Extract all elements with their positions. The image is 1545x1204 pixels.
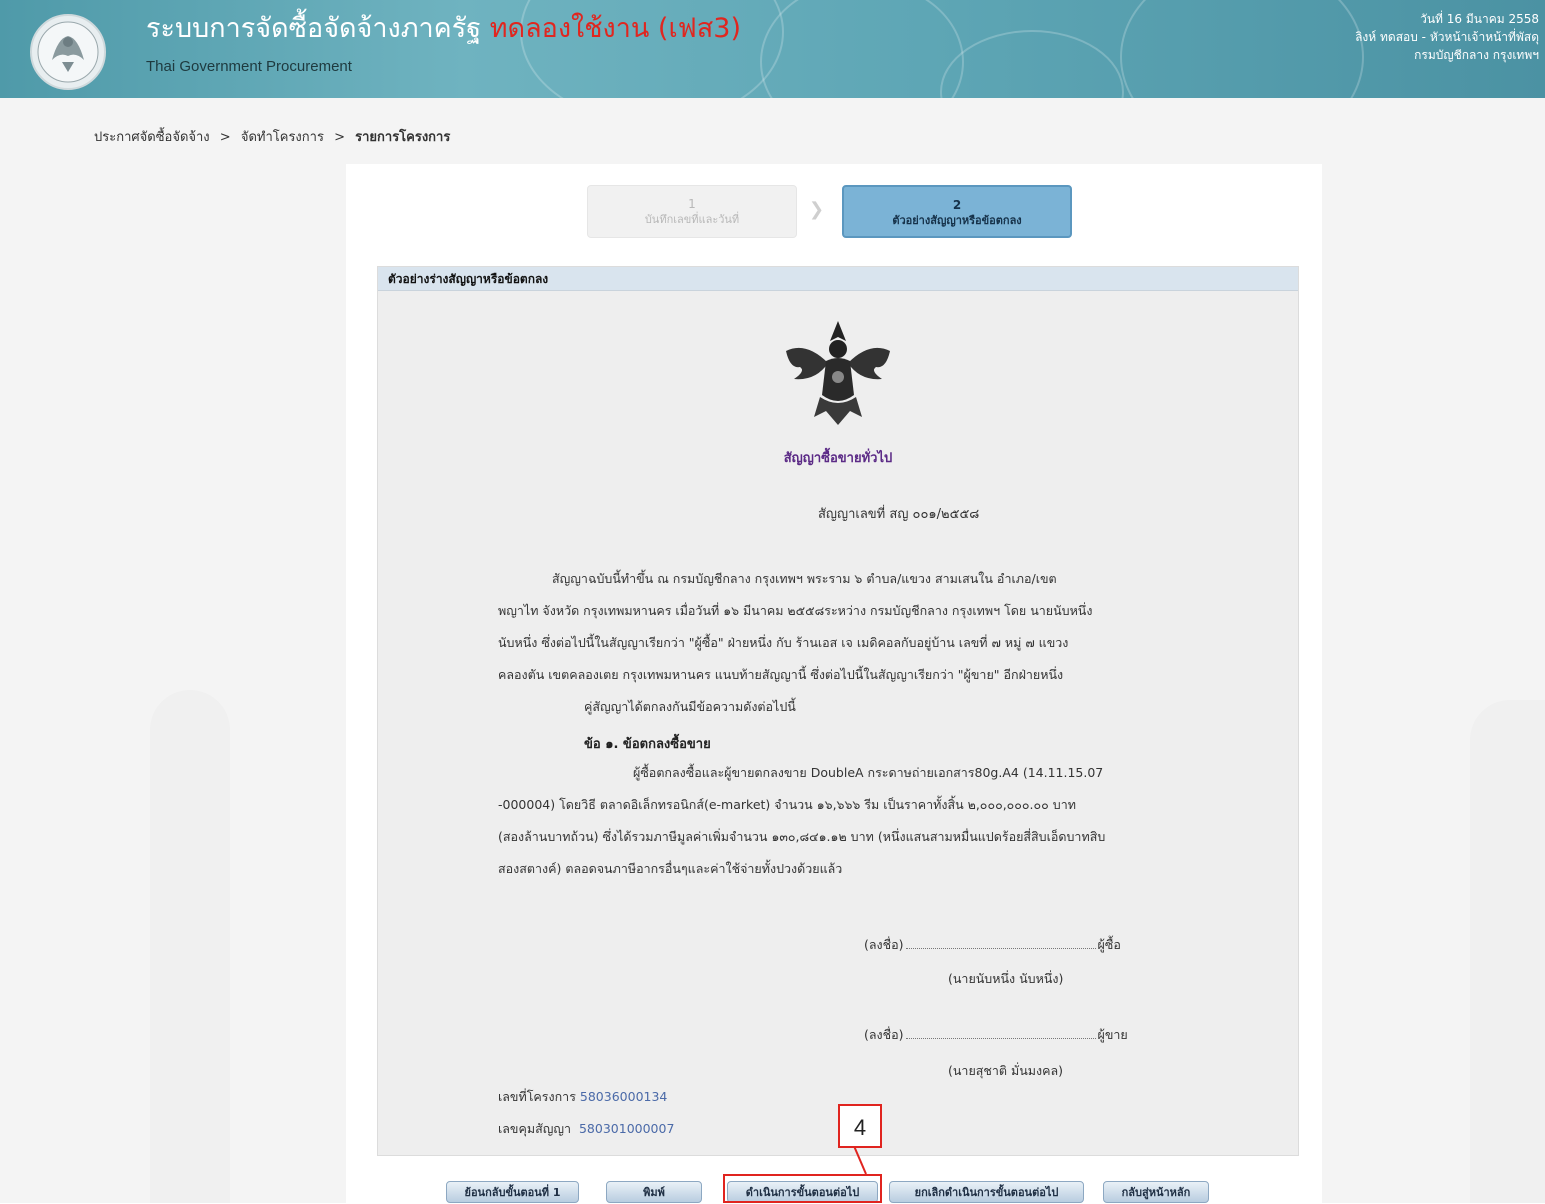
paragraph-line: คู่สัญญาได้ตกลงกันมีข้อความดังต่อไปนี้ — [584, 699, 796, 714]
buyer-signature-line: (ลงชื่อ) ผู้ซื้อ — [864, 935, 1121, 955]
contract-intro-paragraph: สัญญาฉบับนี้ทำขึ้น ณ กรมบัญชีกลาง กรุงเท… — [498, 563, 1158, 723]
control-number-label: เลขคุมสัญญา — [498, 1121, 572, 1136]
header-ornament — [940, 30, 1124, 98]
breadcrumb-procurement-announcement[interactable]: ประกาศจัดซื้อจัดจ้าง — [94, 130, 210, 145]
garuda-emblem-icon — [786, 321, 890, 425]
paragraph-line: นับหนึ่ง ซึ่งต่อไปนี้ในสัญญาเรียกว่า "ผู… — [498, 635, 1069, 650]
project-number-label: เลขที่โครงการ — [498, 1089, 576, 1104]
contract-section-title: ตัวอย่างร่างสัญญาหรือข้อตกลง — [378, 267, 1298, 291]
paragraph-line: สองสตางค์) ตลอดจนภาษีอากรอื่นๆและค่าใช้จ… — [498, 861, 843, 876]
wizard-steps: 1 บันทึกเลขที่และวันที่ ❯ 2 ตัวอย่างสัญญ… — [587, 185, 1087, 240]
back-to-home-button[interactable]: กลับสู่หน้าหลัก — [1103, 1181, 1209, 1203]
step-chevron-icon: ❯ — [809, 199, 825, 220]
buyer-name: (นายนับหนึ่ง นับหนึ่ง) — [948, 971, 1064, 986]
user-org: กรมบัญชีกลาง กรุงเทพฯ — [1414, 48, 1539, 62]
header-ornament — [760, 0, 964, 98]
main-panel: 1 บันทึกเลขที่และวันที่ ❯ 2 ตัวอย่างสัญญ… — [346, 164, 1322, 1203]
breadcrumb-create-project[interactable]: จัดทำโครงการ — [241, 130, 324, 145]
user-name: ลิงห์ ทดสอบ - หัวหน้าเจ้าหน้าที่พัสดุ — [1355, 30, 1539, 44]
sign-prefix: (ลงชื่อ) — [864, 1027, 904, 1042]
contract-preview: ตัวอย่างร่างสัญญาหรือข้อตกลง สัญญาซื้อขา… — [377, 266, 1299, 1156]
decorative-silhouette-right — [1470, 700, 1545, 1203]
signature-dots — [905, 948, 1096, 949]
step-1-record-number-date[interactable]: 1 บันทึกเลขที่และวันที่ — [587, 185, 797, 238]
app-title: ระบบการจัดซื้อจัดจ้างภาครัฐ ทดลองใช้งาน … — [146, 6, 741, 49]
app-subtitle: Thai Government Procurement — [146, 58, 352, 75]
breadcrumb-project-list: รายการโครงการ — [355, 130, 451, 145]
decorative-silhouette-left — [150, 690, 230, 1203]
comptroller-logo-icon[interactable] — [30, 14, 106, 90]
app-title-main: ระบบการจัดซื้อจัดจ้างภาครัฐ — [146, 13, 482, 44]
user-info: วันที่ 16 มีนาคม 2558 ลิงห์ ทดสอบ - หัวห… — [1355, 10, 1539, 64]
seller-role: ผู้ขาย — [1097, 1027, 1128, 1042]
paragraph-line: พญาไท จังหวัด กรุงเทพมหานคร เมื่อวันที่ … — [498, 603, 1093, 618]
annotation-pointer-icon — [853, 1146, 867, 1175]
breadcrumb: ประกาศจัดซื้อจัดจ้าง > จัดทำโครงการ > รา… — [94, 126, 450, 147]
paragraph-line: คลองตัน เขตคลองเตย กรุงเทพมหานคร แนบท้าย… — [498, 667, 1064, 682]
step-2-contract-sample[interactable]: 2 ตัวอย่างสัญญาหรือข้อตกลง — [842, 185, 1072, 238]
step-number: 2 — [952, 198, 962, 212]
current-date: วันที่ 16 มีนาคม 2558 — [1420, 12, 1539, 26]
breadcrumb-separator: > — [219, 130, 231, 145]
clause-1-paragraph: ผู้ซื้อตกลงซื้อและผู้ขายตกลงขาย DoubleA … — [498, 757, 1158, 885]
control-number-value: 580301000007 — [578, 1121, 675, 1136]
print-button[interactable]: พิมพ์ — [606, 1181, 702, 1203]
paragraph-line: -000004) โดยวิธี ตลาดอิเล็กทรอนิกส์(e-ma… — [498, 797, 1076, 812]
contract-number: สัญญาเลขที่ สญ ๐๐๑/๒๕๕๘ — [818, 507, 980, 522]
seller-signature-line: (ลงชื่อ) ผู้ขาย — [864, 1025, 1128, 1045]
document-title: สัญญาซื้อขายทั่วไป — [783, 451, 893, 466]
seller-name: (นายสุชาติ มั่นมงคล) — [948, 1063, 1064, 1078]
back-to-step-1-button[interactable]: ย้อนกลับขั้นตอนที่ 1 — [446, 1181, 579, 1203]
signature-dots — [905, 1038, 1096, 1039]
paragraph-line: ผู้ซื้อตกลงซื้อและผู้ขายตกลงขาย DoubleA … — [633, 765, 1104, 780]
step-label: บันทึกเลขที่และวันที่ — [644, 213, 740, 226]
app-header: ระบบการจัดซื้อจัดจ้างภาครัฐ ทดลองใช้งาน … — [0, 0, 1545, 98]
breadcrumb-separator: > — [334, 130, 345, 145]
sign-prefix: (ลงชื่อ) — [864, 937, 904, 952]
project-number-value: 58036000134 — [579, 1089, 668, 1104]
project-number-row: เลขที่โครงการ 58036000134 — [498, 1087, 667, 1107]
step-number: 1 — [688, 197, 696, 211]
clause-1-title: ข้อ ๑. ข้อตกลงซื้อขาย — [584, 737, 711, 752]
paragraph-line: สัญญาฉบับนี้ทำขึ้น ณ กรมบัญชีกลาง กรุงเท… — [552, 571, 1057, 586]
step-label: ตัวอย่างสัญญาหรือข้อตกลง — [892, 214, 1022, 227]
annotation-highlight-box — [723, 1174, 882, 1203]
buyer-role: ผู้ซื้อ — [1097, 937, 1121, 952]
control-number-row: เลขคุมสัญญา 580301000007 — [498, 1119, 674, 1139]
header-ornament — [1120, 0, 1364, 98]
annotation-callout-number: 4 — [838, 1104, 882, 1148]
paragraph-line: (สองล้านบาทถ้วน) ซึ่งได้รวมภาษีมูลค่าเพิ… — [498, 829, 1106, 844]
cancel-next-step-button[interactable]: ยกเลิกดำเนินการขั้นตอนต่อไป — [889, 1181, 1084, 1203]
app-title-trial: ทดลองใช้งาน (เฟส3) — [489, 13, 741, 44]
